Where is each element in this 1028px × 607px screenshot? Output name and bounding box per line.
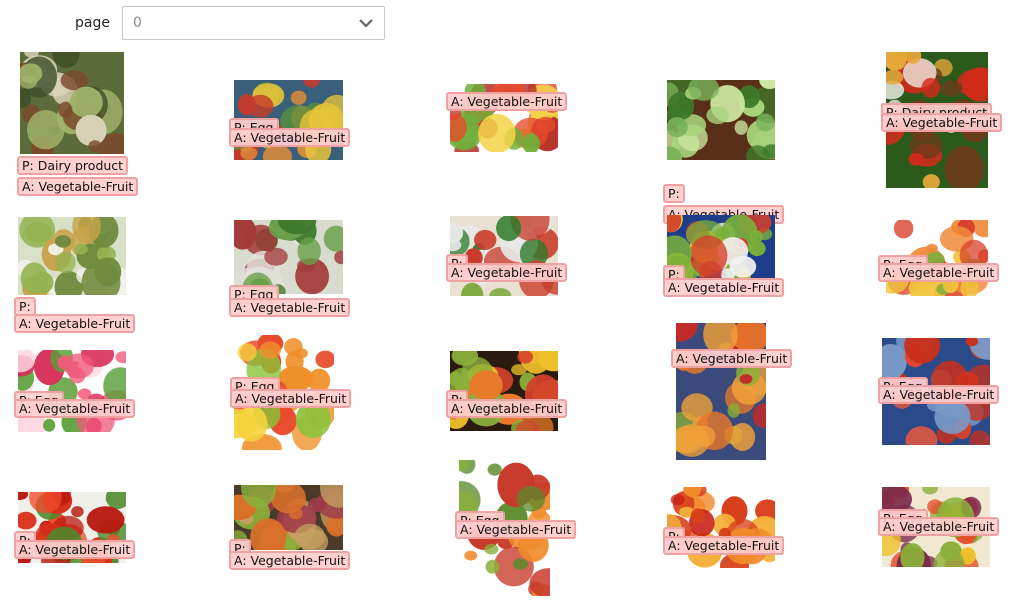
food-photo-graphic: [234, 220, 343, 294]
chevron-down-icon[interactable]: [358, 17, 374, 29]
annotation-label: A: Vegetable-Fruit: [878, 263, 1000, 282]
food-photo-graphic: [676, 323, 766, 460]
prediction-label: P:: [663, 184, 685, 203]
food-photo-graphic: [20, 52, 124, 154]
annotation-label: A: Vegetable-Fruit: [663, 278, 785, 297]
food-photo[interactable]: [234, 220, 343, 294]
food-photo[interactable]: [667, 80, 775, 160]
annotation-label: A: Vegetable-Fruit: [446, 399, 568, 418]
food-photo-graphic: [18, 217, 126, 295]
prediction-label: P: Dairy product: [17, 156, 129, 175]
annotation-label: A: Vegetable-Fruit: [878, 385, 1000, 404]
annotation-label: A: Vegetable-Fruit: [14, 314, 136, 333]
annotation-label: A: Vegetable-Fruit: [663, 536, 785, 555]
page-label: page: [75, 15, 110, 31]
annotation-label: A: Vegetable-Fruit: [229, 128, 351, 147]
annotation-label: A: Vegetable-Fruit: [14, 399, 136, 418]
annotation-label: A: Vegetable-Fruit: [230, 389, 352, 408]
annotation-label: A: Vegetable-Fruit: [455, 520, 577, 539]
annotation-label: A: Vegetable-Fruit: [881, 113, 1003, 132]
annotation-label: A: Vegetable-Fruit: [878, 517, 1000, 536]
food-photo-graphic: [667, 80, 775, 160]
annotation-label: A: Vegetable-Fruit: [17, 177, 139, 196]
annotation-label: A: Vegetable-Fruit: [229, 551, 351, 570]
page-select[interactable]: 0: [122, 6, 385, 40]
annotation-label: A: Vegetable-Fruit: [229, 298, 351, 317]
food-photo[interactable]: [676, 323, 766, 460]
annotation-label: A: Vegetable-Fruit: [446, 263, 568, 282]
annotation-label: A: Vegetable-Fruit: [14, 540, 136, 559]
food-photo[interactable]: [18, 217, 126, 295]
annotation-label: A: Vegetable-Fruit: [446, 92, 568, 111]
page-select-value: 0: [133, 15, 142, 31]
annotation-label: A: Vegetable-Fruit: [671, 349, 793, 368]
food-photo[interactable]: [20, 52, 124, 154]
